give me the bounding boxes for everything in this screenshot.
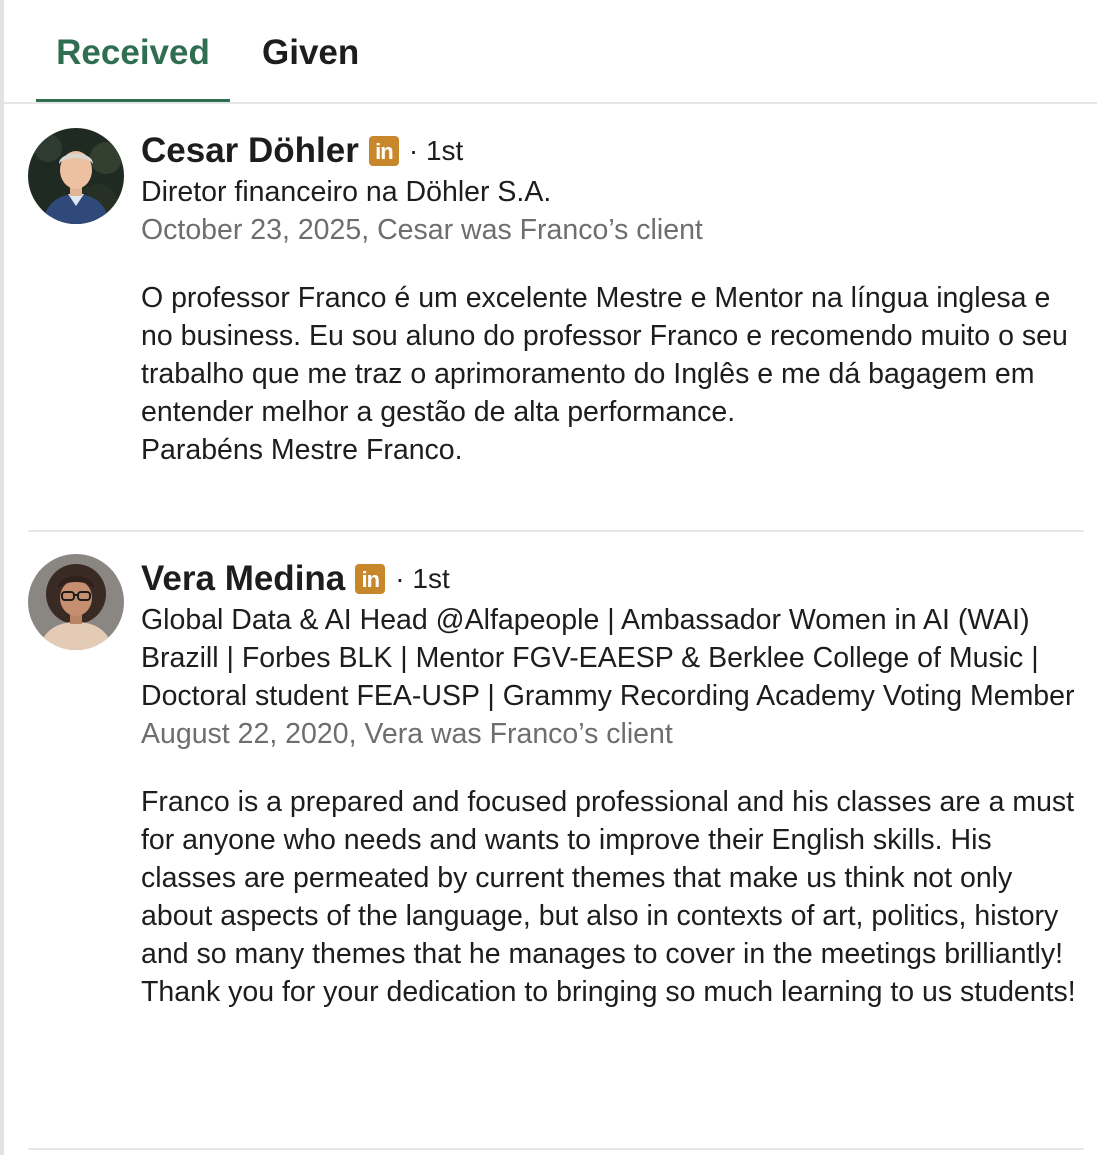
recommender-headline: Diretor financeiro na Döhler S.A.	[141, 176, 552, 208]
recommendation-meta: August 22, 2020, Vera was Franco’s clien…	[141, 718, 673, 750]
recommendation-divider	[28, 530, 1084, 532]
name-line: Cesar Döhler in · 1st	[141, 130, 1084, 172]
recommendation-body: Cesar Döhler in · 1st Diretor financeiro…	[141, 130, 1084, 469]
recommendation-body: Vera Medina in · 1st Global Data & AI He…	[141, 558, 1084, 1011]
linkedin-icon: in	[355, 564, 386, 594]
recommendation-tabs: Received Given	[36, 0, 359, 103]
avatar[interactable]	[28, 554, 124, 650]
recommender-headline: Global Data & AI Head @Alfapeople | Amba…	[141, 604, 1075, 712]
tab-given[interactable]: Given	[262, 0, 359, 103]
recommendation-text: Franco is a prepared and focused profess…	[141, 786, 1076, 1008]
tabs-divider	[4, 102, 1097, 104]
recommender-name[interactable]: Cesar Döhler	[141, 131, 359, 171]
tab-received[interactable]: Received	[36, 0, 230, 103]
left-edge-rule	[0, 0, 4, 1155]
linkedin-icon: in	[368, 136, 399, 166]
recommendation-text: O professor Franco é um excelente Mestre…	[141, 282, 1068, 466]
recommender-name[interactable]: Vera Medina	[141, 559, 345, 599]
name-line: Vera Medina in · 1st	[141, 558, 1084, 600]
recommendation-meta: October 23, 2025, Cesar was Franco’s cli…	[141, 214, 703, 246]
connection-degree: · 1st	[395, 563, 450, 594]
connection-degree: · 1st	[408, 135, 464, 166]
recommendation-divider	[28, 1148, 1084, 1150]
avatar[interactable]	[28, 128, 124, 224]
